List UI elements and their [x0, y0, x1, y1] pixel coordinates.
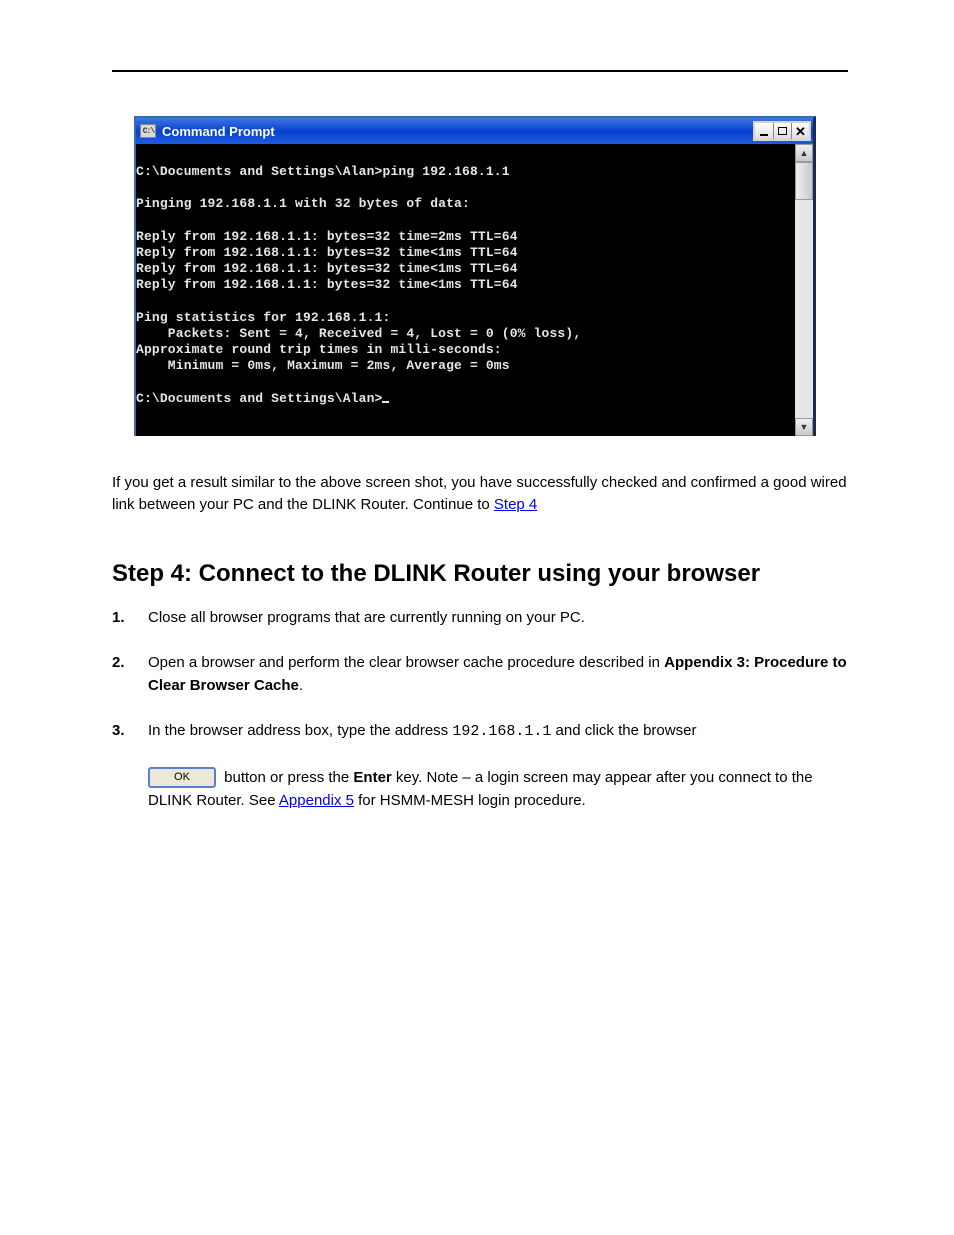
page-top-rule [112, 70, 848, 72]
ok-button[interactable]: OK [148, 767, 216, 788]
step-2-text-c: . [299, 677, 303, 694]
step-3-number: 3. [112, 719, 148, 743]
step-3-body: In the browser address box, type the add… [148, 719, 848, 743]
step-4-number [112, 766, 148, 813]
window-controls: ✕ [753, 121, 811, 141]
step-1-number: 1. [112, 606, 148, 629]
step-3: 3. In the browser address box, type the … [112, 719, 848, 743]
scroll-down-arrow-icon[interactable]: ▼ [795, 418, 813, 436]
cursor [382, 401, 389, 403]
minimize-icon [760, 134, 768, 136]
step-2: 2. Open a browser and perform the clear … [112, 651, 848, 698]
vertical-scrollbar[interactable]: ▲ ▼ [795, 144, 813, 436]
step-3-text-b: and click the browser [551, 722, 696, 739]
step-4-text-a: button or press the [220, 769, 353, 786]
step-2-body: Open a browser and perform the clear bro… [148, 651, 848, 698]
maximize-icon [778, 127, 787, 135]
paragraph-result-explanation: If you get a result similar to the above… [112, 472, 848, 516]
step-3-text-a: In the browser address box, type the add… [148, 722, 452, 739]
scroll-thumb[interactable] [795, 162, 813, 200]
step-1-body: Close all browser programs that are curr… [148, 606, 848, 629]
step-3-address: 192.168.1.1 [452, 723, 551, 740]
heading-step4: Step 4: Connect to the DLINK Router usin… [112, 560, 848, 588]
step-2-number: 2. [112, 651, 148, 698]
step-1: 1. Close all browser programs that are c… [112, 606, 848, 629]
step-4-text-c: for HSMM-MESH login procedure. [354, 792, 586, 809]
step-4: OK button or press the Enter key. Note –… [112, 766, 848, 813]
step-4-body: OK button or press the Enter key. Note –… [148, 766, 848, 813]
link-appendix5[interactable]: Appendix 5 [279, 792, 354, 809]
close-icon: ✕ [795, 125, 806, 138]
maximize-button[interactable] [773, 123, 791, 139]
link-step4[interactable]: Step 4 [494, 496, 537, 513]
para1-lead: If you get a result similar to the above… [112, 474, 847, 513]
app-icon: C:\ [140, 124, 156, 138]
titlebar[interactable]: C:\ Command Prompt ✕ [136, 118, 813, 144]
step-2-text-a: Open a browser and perform the clear bro… [148, 654, 664, 671]
minimize-button[interactable] [755, 123, 773, 139]
console-output[interactable]: C:\Documents and Settings\Alan>ping 192.… [136, 144, 795, 436]
close-button[interactable]: ✕ [791, 123, 809, 139]
console-text: C:\Documents and Settings\Alan>ping 192.… [136, 164, 581, 406]
scroll-up-arrow-icon[interactable]: ▲ [795, 144, 813, 162]
step-list: 1. Close all browser programs that are c… [112, 606, 848, 813]
command-prompt-window: C:\ Command Prompt ✕ C:\Documents and Se… [134, 116, 816, 436]
enter-key-label: Enter [353, 769, 391, 786]
window-title: Command Prompt [162, 124, 275, 139]
